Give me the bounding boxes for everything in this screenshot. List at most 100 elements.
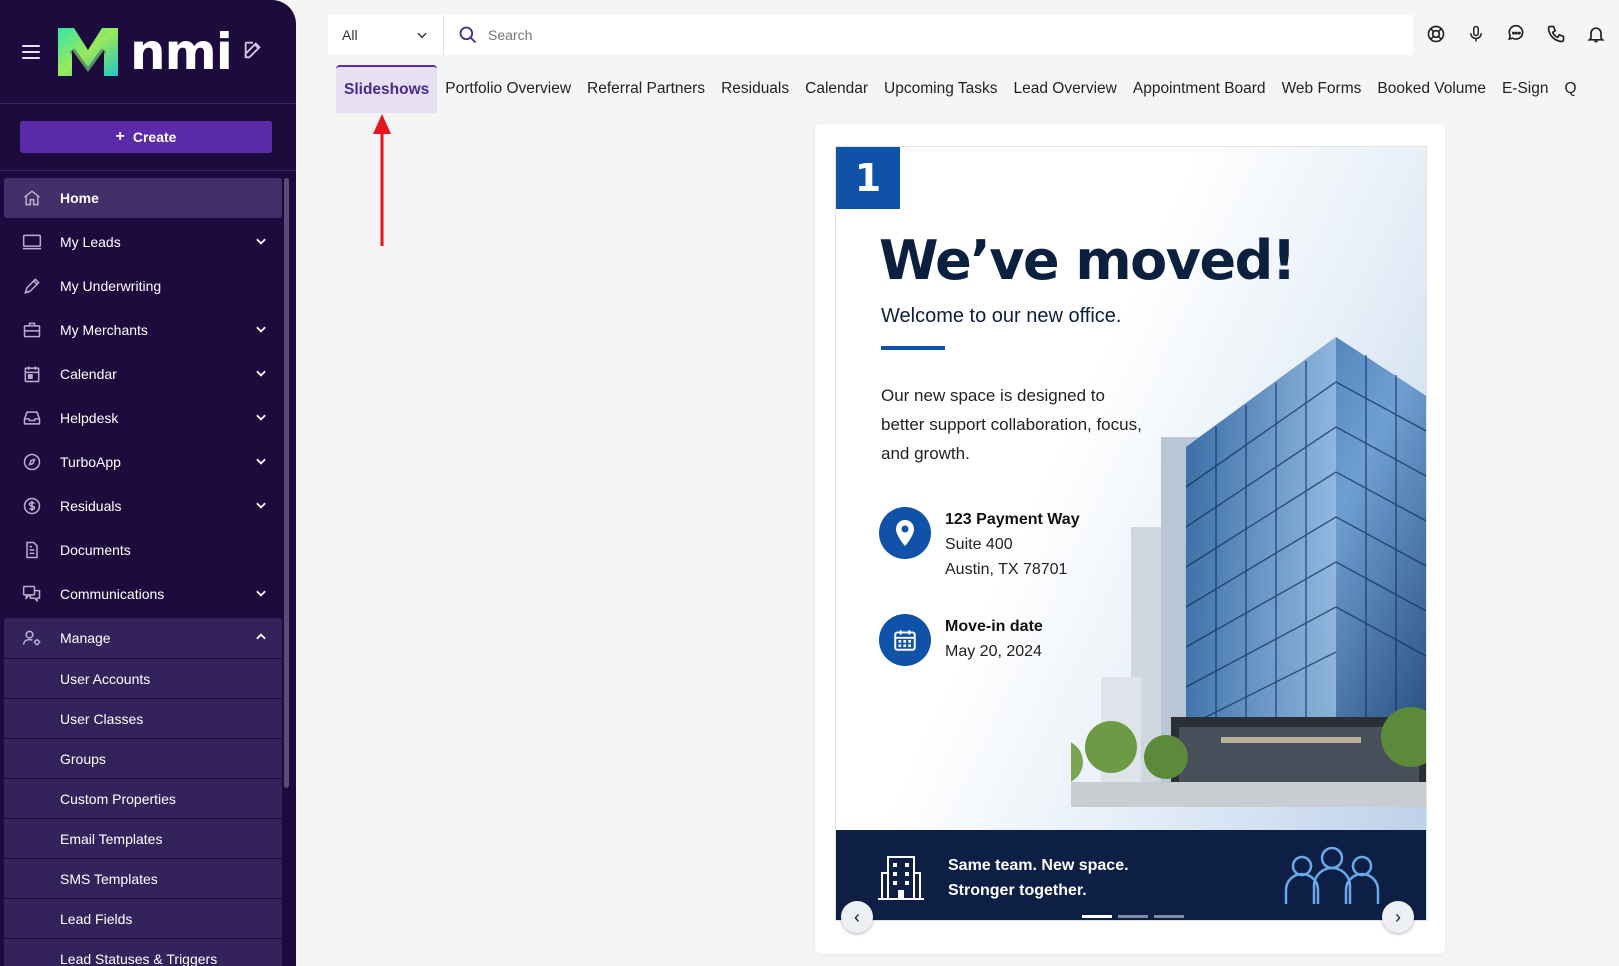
address-line3: Austin, TX 78701: [945, 561, 1068, 578]
brand-name: nmi: [130, 22, 233, 81]
annotation-arrow-icon: [373, 114, 391, 246]
slide: 1 We’ve moved! Welcome to our new office…: [835, 146, 1427, 921]
sidebar-item-label: Residuals: [60, 498, 122, 514]
sidebar-subitem-lead-fields[interactable]: Lead Fields: [4, 898, 282, 938]
footer-line1: Same team. New space.: [948, 857, 1129, 874]
sidebar-item-label: My Underwriting: [60, 278, 162, 294]
slide-dot-3[interactable]: [1154, 915, 1184, 918]
dashboard-tabs: Slideshows Portfolio Overview Referral P…: [336, 65, 1619, 113]
chevron-down-icon: [256, 326, 266, 333]
dollar-icon: [20, 494, 44, 518]
chevron-down-icon: [417, 32, 427, 39]
hamburger-menu-icon[interactable]: [22, 44, 40, 59]
plus-icon: +: [115, 128, 125, 145]
tab-lead-overview[interactable]: Lead Overview: [1005, 65, 1124, 113]
sidebar-subitem-email-templates[interactable]: Email Templates: [4, 818, 282, 858]
tab-upcoming-tasks[interactable]: Upcoming Tasks: [876, 65, 1005, 113]
building-icon: [878, 856, 924, 900]
sidebar-item-documents[interactable]: Documents: [4, 530, 282, 570]
user-gear-icon: [20, 626, 44, 650]
address-block: 123 Payment Way Suite 400 Austin, TX 787…: [879, 507, 1080, 582]
slide-dot-2[interactable]: [1118, 915, 1148, 918]
footer-line2: Stronger together.: [948, 882, 1087, 899]
edit-icon[interactable]: [242, 39, 264, 61]
sidebar-item-calendar[interactable]: Calendar: [4, 354, 282, 394]
microphone-icon[interactable]: [1465, 22, 1487, 46]
sidebar-item-label: TurboApp: [60, 454, 121, 470]
tab-portfolio-overview[interactable]: Portfolio Overview: [437, 65, 579, 113]
sidebar-item-label: Home: [60, 190, 99, 206]
monitor-icon: [20, 230, 44, 254]
tab-e-sign[interactable]: E-Sign: [1494, 65, 1557, 113]
sidebar-item-label: Documents: [60, 542, 131, 558]
sidebar-item-helpdesk[interactable]: Helpdesk: [4, 398, 282, 438]
search-input[interactable]: [488, 27, 1088, 43]
footer-text: Same team. New space. Stronger together.: [948, 853, 1129, 903]
slide-subhead: Welcome to our new office.: [881, 305, 1122, 327]
sidebar-item-my-underwriting[interactable]: My Underwriting: [4, 266, 282, 306]
sidebar-item-my-leads[interactable]: My Leads: [4, 222, 282, 262]
chevron-down-icon: [256, 502, 266, 509]
tab-residuals[interactable]: Residuals: [713, 65, 797, 113]
bell-icon[interactable]: [1585, 22, 1607, 46]
home-icon: [20, 186, 44, 210]
sidebar-item-manage[interactable]: Manage: [4, 618, 282, 658]
sidebar-item-turboapp[interactable]: TurboApp: [4, 442, 282, 482]
inbox-icon: [20, 406, 44, 430]
chevron-down-icon: [256, 414, 266, 421]
tab-calendar[interactable]: Calendar: [797, 65, 876, 113]
sidebar-item-my-merchants[interactable]: My Merchants: [4, 310, 282, 350]
search-icon: [459, 26, 477, 44]
create-button[interactable]: + Create: [20, 121, 272, 153]
sidebar-scrollbar[interactable]: [284, 178, 289, 788]
chat-icon: [20, 582, 44, 606]
tab-web-forms[interactable]: Web Forms: [1274, 65, 1370, 113]
tab-referral-partners[interactable]: Referral Partners: [579, 65, 713, 113]
tab-overflow[interactable]: Q: [1556, 65, 1584, 113]
address-line2: Suite 400: [945, 536, 1013, 553]
search-scope-select[interactable]: All: [328, 15, 444, 55]
tab-appointment-board[interactable]: Appointment Board: [1125, 65, 1274, 113]
tab-booked-volume[interactable]: Booked Volume: [1369, 65, 1494, 113]
tab-slideshows[interactable]: Slideshows: [336, 65, 438, 113]
document-icon: [20, 538, 44, 562]
sidebar-item-label: My Leads: [60, 234, 121, 250]
search-bar: All: [328, 15, 1413, 55]
create-label: Create: [132, 129, 177, 145]
sidebar-item-residuals[interactable]: Residuals: [4, 486, 282, 526]
next-slide-button[interactable]: ›: [1382, 901, 1414, 933]
chevron-down-icon: [256, 238, 266, 245]
sidebar-subitem-groups[interactable]: Groups: [4, 738, 282, 778]
compass-icon: [20, 450, 44, 474]
sidebar-subitem-lead-statuses[interactable]: Lead Statuses & Triggers: [4, 938, 282, 966]
sidebar-subitem-sms-templates[interactable]: SMS Templates: [4, 858, 282, 898]
sidebar-item-label: Manage: [60, 630, 111, 646]
slideshow-card: 1 We’ve moved! Welcome to our new office…: [815, 124, 1445, 954]
calendar-icon: [20, 362, 44, 386]
calendar-icon: [879, 614, 931, 666]
sidebar-subitem-user-classes[interactable]: User Classes: [4, 698, 282, 738]
chevron-up-icon: [256, 633, 266, 640]
slide-number-badge: 1: [836, 147, 900, 209]
prev-slide-button[interactable]: ‹: [841, 901, 873, 933]
sidebar-item-home[interactable]: Home: [4, 178, 282, 218]
sidebar-item-communications[interactable]: Communications: [4, 574, 282, 614]
sidebar-subitem-custom-properties[interactable]: Custom Properties: [4, 778, 282, 818]
slide-indicators: [1082, 915, 1184, 918]
slide-body: Our new space is designed to better supp…: [881, 386, 1142, 463]
support-icon[interactable]: [1425, 22, 1447, 46]
nmi-logo-icon: [58, 27, 118, 77]
phone-icon[interactable]: [1545, 22, 1567, 46]
move-in-date: May 20, 2024: [945, 643, 1042, 660]
briefcase-icon: [20, 318, 44, 342]
top-toolbar: [1425, 22, 1607, 46]
move-in-label: Move-in date: [945, 618, 1043, 635]
sidebar-item-label: Helpdesk: [60, 410, 119, 426]
chevron-down-icon: [256, 590, 266, 597]
sidebar-subitem-user-accounts[interactable]: User Accounts: [4, 658, 282, 698]
chat-bubble-icon[interactable]: [1505, 22, 1527, 46]
slide-dot-1[interactable]: [1082, 915, 1112, 918]
chevron-down-icon: [256, 458, 266, 465]
sidebar-item-label: Communications: [60, 586, 165, 602]
sidebar: nmi + Create Home My Leads My Underwriti…: [0, 0, 296, 966]
